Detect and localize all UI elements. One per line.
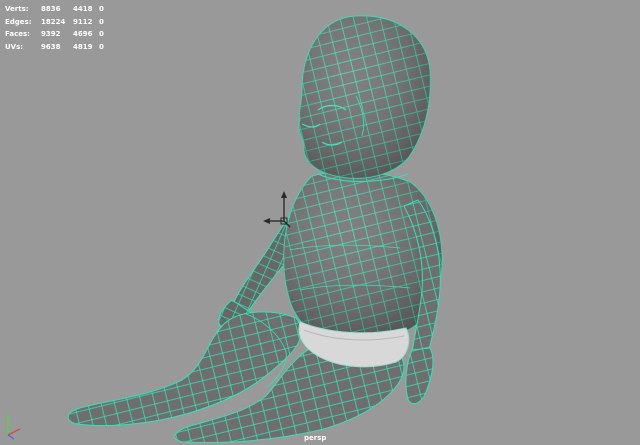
- hud-extra: 0: [99, 17, 104, 26]
- hud-label: Edges:: [5, 17, 32, 26]
- persp-viewport[interactable]: Verts: 8836 4418 0 Edges: 18224 9112 0 F…: [0, 0, 640, 445]
- hud-selected: 9112: [73, 17, 93, 26]
- poly-count-hud: Verts: 8836 4418 0 Edges: 18224 9112 0 F…: [5, 3, 110, 53]
- mesh-torso: [283, 170, 443, 338]
- hud-total: 9638: [41, 42, 61, 51]
- hud-selected: 4418: [73, 5, 93, 14]
- hud-total: 8836: [41, 5, 61, 14]
- hud-row-verts: Verts: 8836 4418 0: [5, 3, 110, 16]
- mesh-head: [298, 15, 431, 179]
- view-axis-icon: [7, 415, 21, 440]
- camera-name-label: persp: [304, 434, 327, 442]
- hud-row-uvs: UVs: 9638 4819 0: [5, 41, 110, 54]
- hud-total: 18224: [41, 17, 66, 26]
- hud-extra: 0: [99, 42, 104, 51]
- hud-row-edges: Edges: 18224 9112 0: [5, 16, 110, 29]
- hud-selected: 4819: [73, 42, 93, 51]
- hud-extra: 0: [99, 5, 104, 14]
- hud-label: Faces:: [5, 30, 30, 39]
- baby-wireframe-mesh[interactable]: [0, 0, 640, 445]
- hud-label: UVs:: [5, 42, 24, 51]
- hud-selected: 4696: [73, 30, 93, 39]
- hud-total: 9392: [41, 30, 61, 39]
- hud-label: Verts:: [5, 5, 29, 14]
- hud-extra: 0: [99, 30, 104, 39]
- move-manipulator-icon[interactable]: [262, 191, 292, 231]
- hud-row-faces: Faces: 9392 4696 0: [5, 28, 110, 41]
